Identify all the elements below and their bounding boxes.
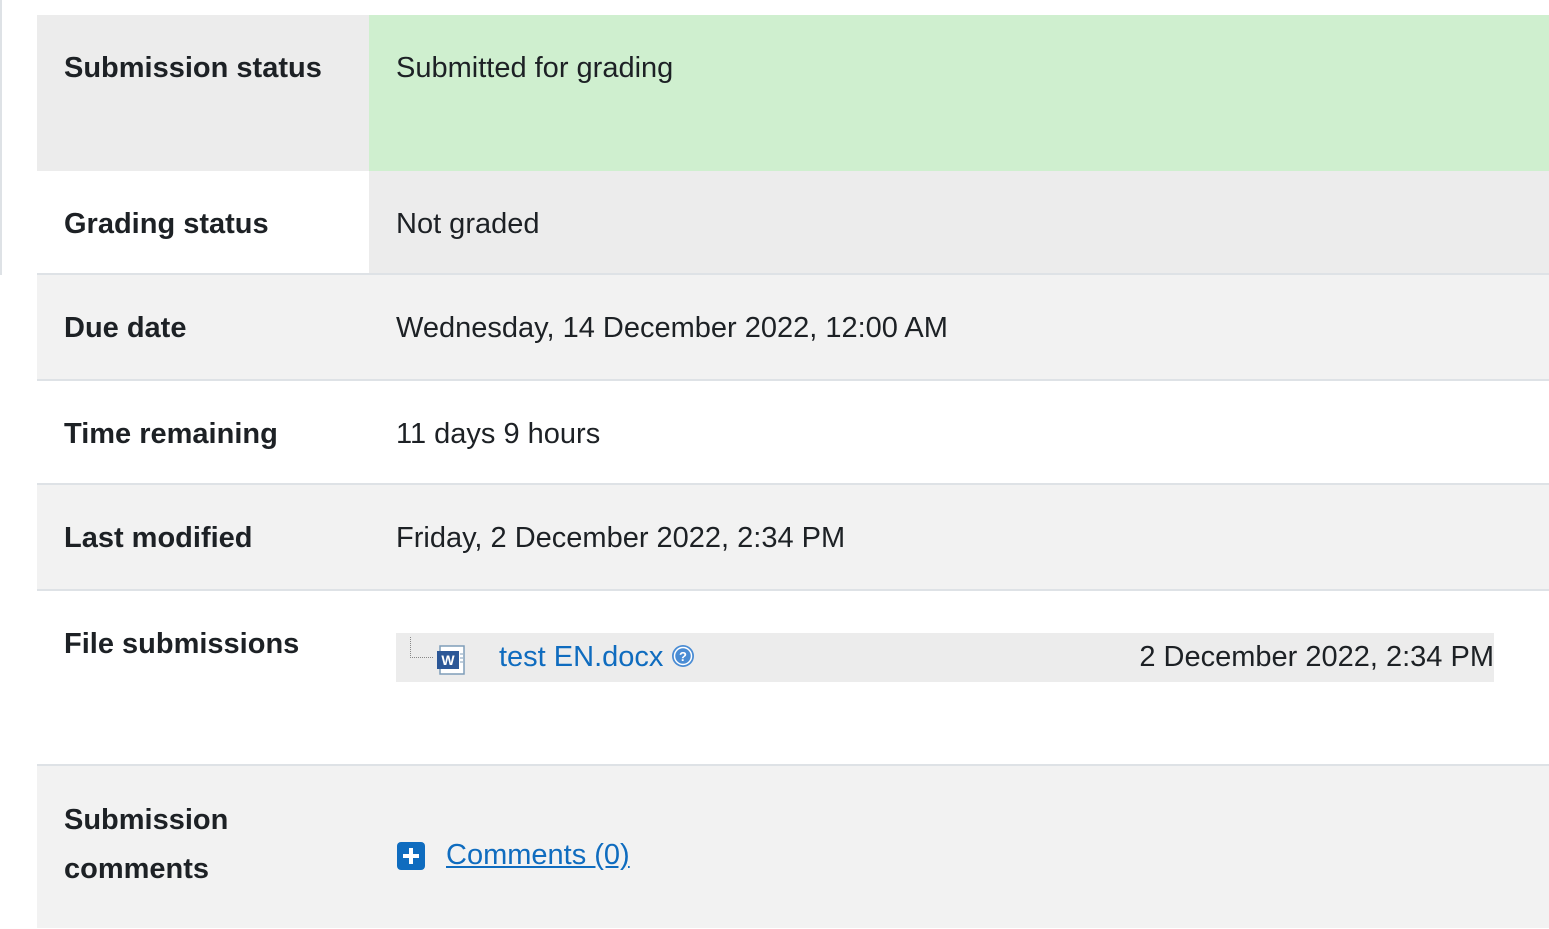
- grading-status-value: Not graded: [369, 171, 1549, 274]
- row-due-date: Due date Wednesday, 14 December 2022, 12…: [37, 273, 1549, 380]
- file-tree-item: W test EN.docx ? 2 December 2022, 2:34 P…: [396, 633, 1494, 682]
- due-date-value: Wednesday, 14 December 2022, 12:00 AM: [369, 273, 1549, 380]
- left-border: [0, 0, 2, 275]
- submission-comments-label: Submission comments: [37, 764, 369, 928]
- word-document-icon: W: [437, 645, 465, 675]
- plus-square-icon: [397, 841, 425, 870]
- grading-status-label: Grading status: [37, 171, 369, 274]
- due-date-label: Due date: [37, 273, 369, 380]
- svg-text:W: W: [441, 652, 455, 668]
- submission-comments-value: Comments (0): [369, 764, 1549, 928]
- submission-status-value: Submitted for grading: [369, 15, 1549, 171]
- row-submission-status: Submission status Submitted for grading: [37, 15, 1549, 171]
- row-file-submissions: File submissions W test EN.docx ? 2 Dece…: [37, 589, 1549, 765]
- time-remaining-label: Time remaining: [37, 379, 369, 484]
- file-date: 2 December 2022, 2:34 PM: [1139, 641, 1494, 673]
- submission-status-table: Submission status Submitted for grading …: [37, 15, 1549, 928]
- time-remaining-value: 11 days 9 hours: [369, 379, 1549, 484]
- row-submission-comments: Submission comments Comments (0): [37, 764, 1549, 928]
- row-time-remaining: Time remaining 11 days 9 hours: [37, 379, 1549, 484]
- last-modified-value: Friday, 2 December 2022, 2:34 PM: [369, 483, 1549, 590]
- submission-status-label: Submission status: [37, 15, 369, 171]
- comments-link-label: Comments (0): [446, 839, 630, 871]
- row-last-modified: Last modified Friday, 2 December 2022, 2…: [37, 483, 1549, 590]
- row-grading-status: Grading status Not graded: [37, 171, 1549, 274]
- svg-text:?: ?: [679, 649, 687, 664]
- last-modified-label: Last modified: [37, 483, 369, 590]
- file-submissions-value: W test EN.docx ? 2 December 2022, 2:34 P…: [369, 589, 1549, 765]
- help-icon[interactable]: ?: [671, 644, 695, 668]
- comments-toggle-link[interactable]: Comments (0): [396, 831, 1549, 880]
- file-link[interactable]: test EN.docx ?: [499, 633, 695, 682]
- tree-connector: [410, 637, 433, 658]
- file-submissions-label: File submissions: [37, 589, 369, 765]
- file-name: test EN.docx: [499, 641, 664, 673]
